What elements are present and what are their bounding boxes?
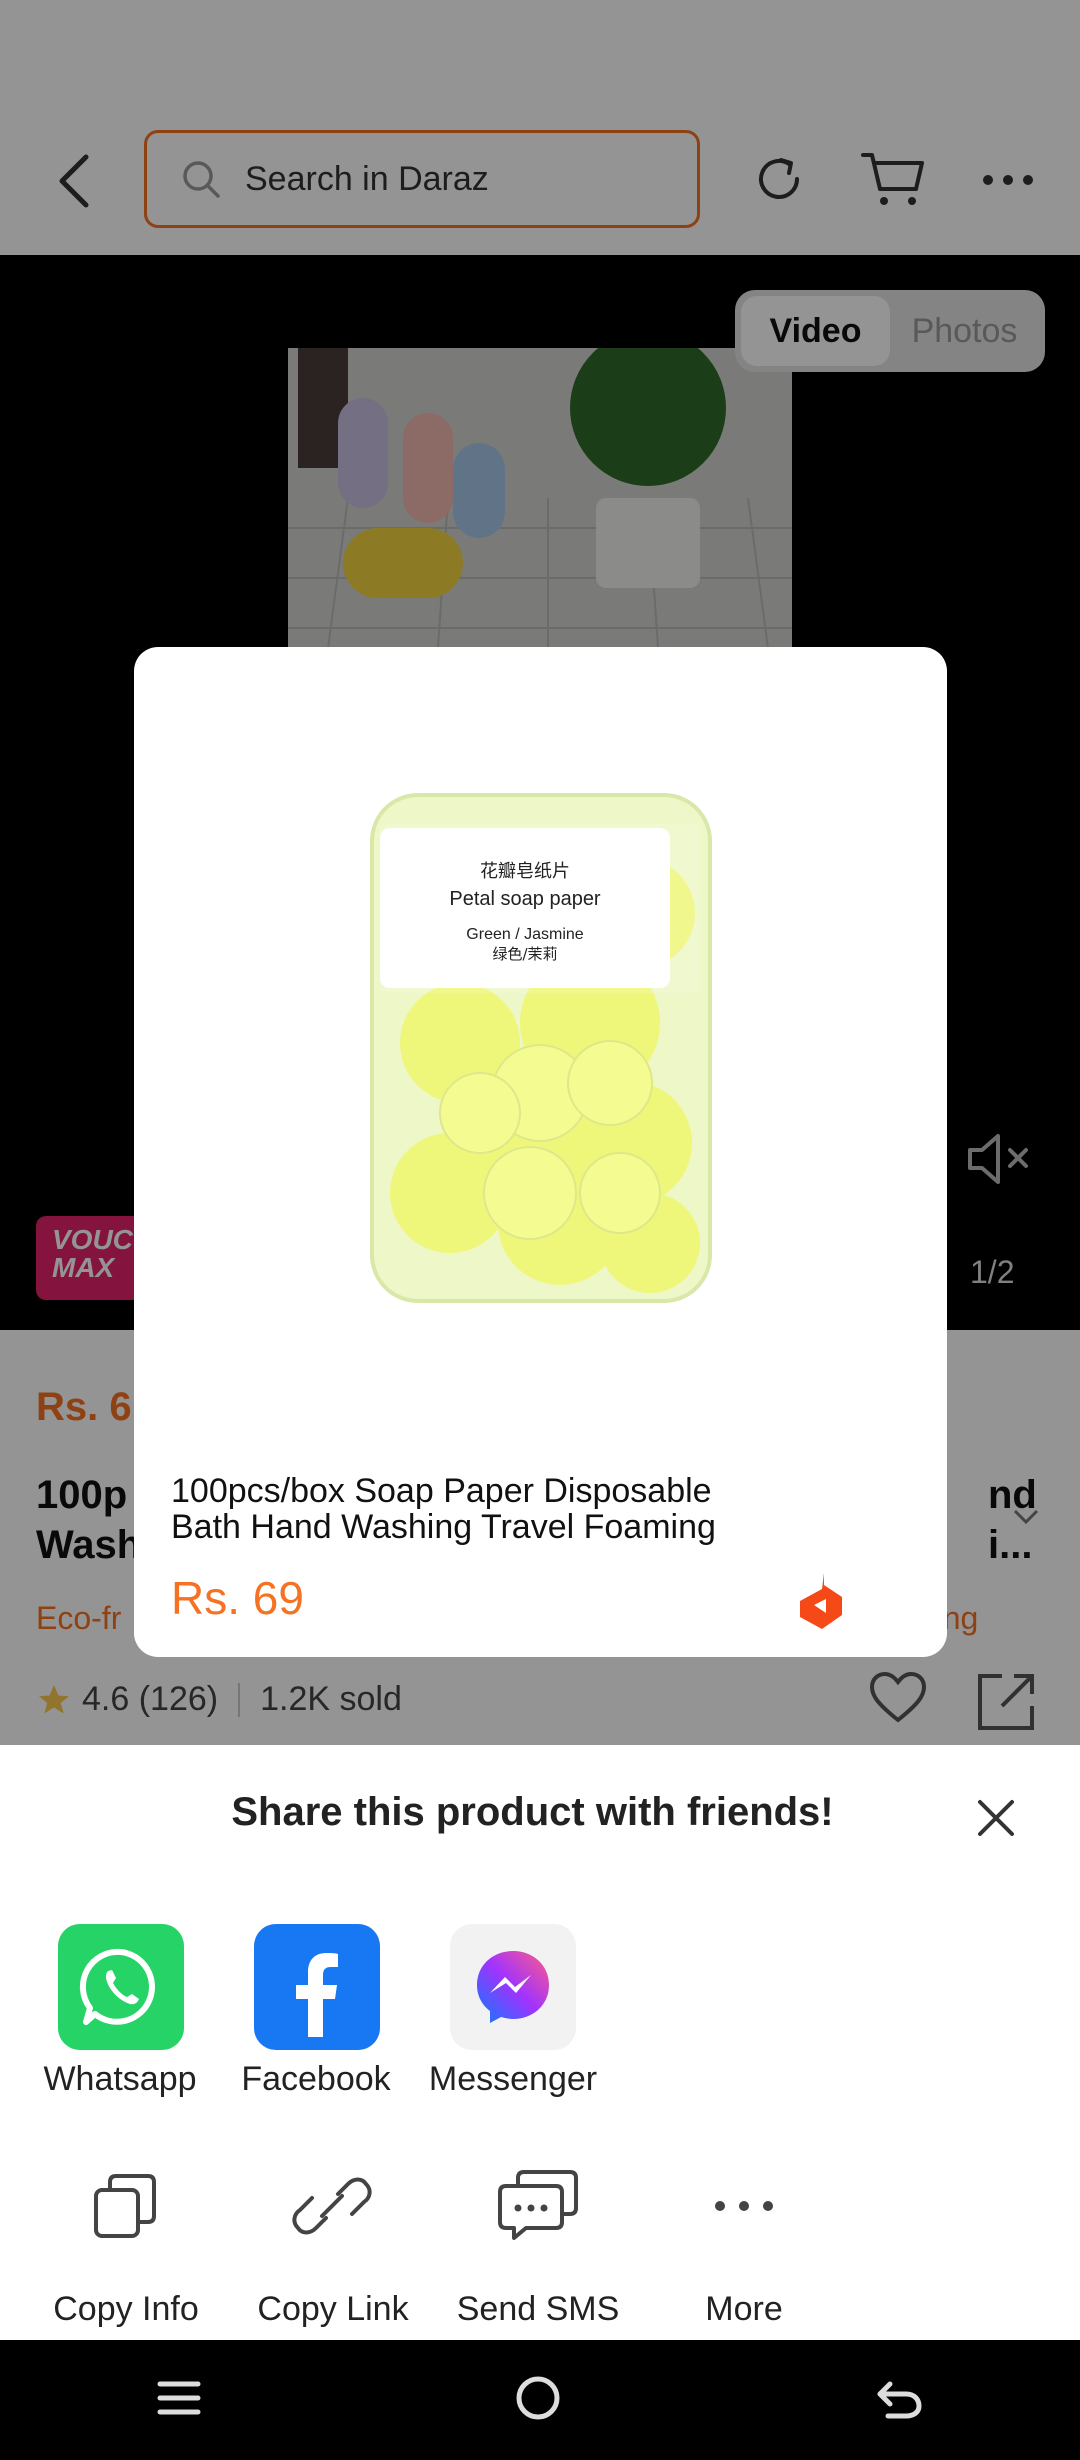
share-sheet-title: Share this product with friends! (231, 1790, 834, 1834)
share-preview-card: 花瓣皂纸片 Petal soap paper Green / Jasmine 绿… (134, 647, 947, 1657)
copy-link-label[interactable]: Copy Link (228, 2290, 438, 2329)
card-product-title: 100pcs/box Soap Paper Disposable Bath Ha… (171, 1473, 871, 1545)
messenger-label[interactable]: Messenger (413, 2060, 613, 2099)
product-image: 花瓣皂纸片 Petal soap paper Green / Jasmine 绿… (370, 793, 712, 1303)
whatsapp-icon (58, 1924, 184, 2050)
card-title-line2: Bath Hand Washing Travel Foaming (171, 1508, 716, 1546)
messenger-icon (450, 1924, 576, 2050)
sms-icon (498, 2170, 578, 2240)
back-icon (877, 2381, 922, 2418)
package-label-variant: Green / Jasmine (466, 926, 583, 943)
menu-icon (157, 2381, 201, 2414)
package-label-en: Petal soap paper (449, 888, 601, 910)
link-icon (292, 2177, 372, 2235)
close-button[interactable] (968, 1790, 1024, 1846)
package-label-variant-cn: 绿色/茉莉 (492, 945, 557, 963)
daraz-logo-icon (800, 1573, 842, 1629)
facebook-icon (254, 1924, 380, 2050)
nav-home-button[interactable] (513, 2373, 563, 2428)
share-messenger[interactable] (450, 1924, 576, 2050)
send-sms-label[interactable]: Send SMS (433, 2290, 643, 2329)
copy-icon (94, 2174, 156, 2238)
copy-info-button[interactable] (86, 2166, 166, 2251)
share-facebook[interactable] (254, 1924, 380, 2050)
card-price: Rs. 69 (171, 1572, 304, 1624)
send-sms-button[interactable] (498, 2166, 578, 2251)
nav-recents-button[interactable] (156, 2378, 202, 2423)
more-share-button[interactable] (704, 2166, 784, 2251)
card-title-line1: 100pcs/box Soap Paper Disposable (171, 1472, 712, 1510)
copy-info-label[interactable]: Copy Info (21, 2290, 231, 2329)
whatsapp-label[interactable]: Whatsapp (20, 2060, 220, 2099)
system-navigation-bar (0, 2340, 1080, 2460)
nav-back-button[interactable] (874, 2376, 924, 2425)
share-whatsapp[interactable] (58, 1924, 184, 2050)
more-icon (715, 2201, 773, 2211)
more-label[interactable]: More (639, 2290, 849, 2329)
package-label-cn: 花瓣皂纸片 (480, 861, 570, 882)
copy-link-button[interactable] (292, 2166, 372, 2251)
close-icon (978, 1800, 1014, 1836)
facebook-label[interactable]: Facebook (216, 2060, 416, 2099)
home-circle-icon (516, 2376, 560, 2419)
